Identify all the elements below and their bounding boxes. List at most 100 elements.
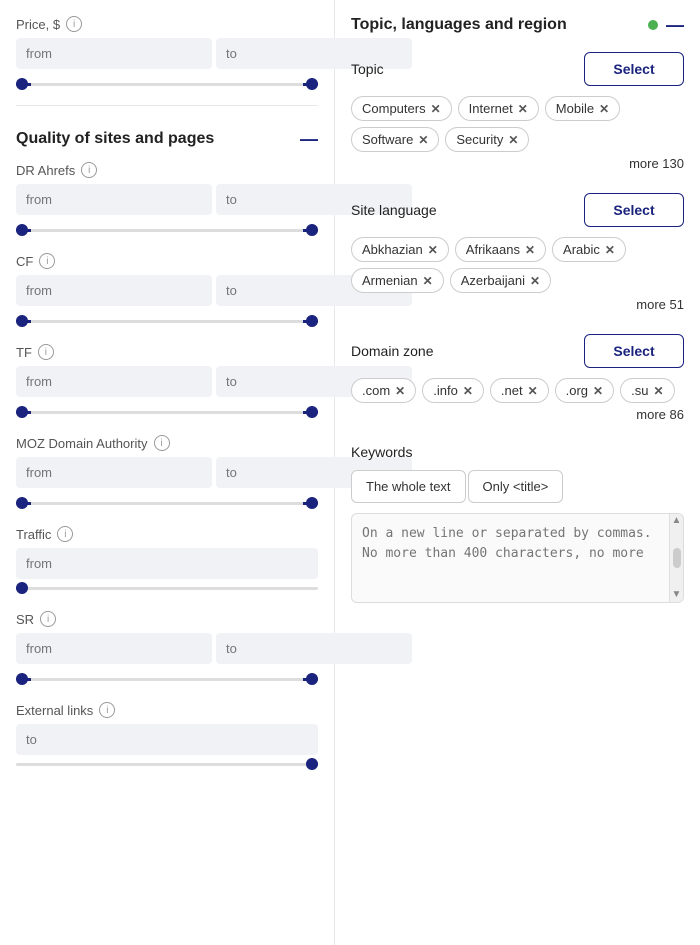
domain-zone-select-button[interactable]: Select: [584, 334, 684, 368]
site-language-select-button[interactable]: Select: [584, 193, 684, 227]
cf-section: CF i: [16, 253, 318, 330]
topic-filter-row: Topic Select: [351, 52, 684, 86]
keywords-tab-whole-text[interactable]: The whole text: [351, 470, 466, 503]
domain-zone-more-link[interactable]: more 86: [351, 407, 684, 422]
site-language-tag-armenian-close[interactable]: ✕: [423, 275, 433, 287]
moz-slider-track: [16, 502, 318, 505]
tf-from-input[interactable]: [16, 366, 212, 397]
traffic-section: Traffic i: [16, 526, 318, 597]
price-slider[interactable]: [16, 75, 318, 93]
domain-zone-section: Domain zone Select .com ✕ .info ✕ .net ✕…: [351, 334, 684, 422]
price-label: Price, $ i: [16, 16, 318, 32]
dr-ahrefs-slider-track: [16, 229, 318, 232]
sr-section: SR i: [16, 611, 318, 688]
topic-tag-internet-label: Internet: [469, 101, 513, 116]
domain-zone-tag-su-close[interactable]: ✕: [653, 385, 663, 397]
traffic-slider-track: [16, 587, 318, 590]
external-links-label-text: External links: [16, 703, 93, 718]
keywords-scrollbar[interactable]: ▲ ▼: [669, 514, 683, 602]
tf-section: TF i: [16, 344, 318, 421]
topic-select-button[interactable]: Select: [584, 52, 684, 86]
right-panel-title: Topic, languages and region: [351, 16, 567, 34]
tf-label-text: TF: [16, 345, 32, 360]
traffic-from-input[interactable]: [16, 548, 318, 579]
domain-zone-tag-net-close[interactable]: ✕: [528, 385, 538, 397]
price-info-icon[interactable]: i: [66, 16, 82, 32]
topic-tag-security-label: Security: [456, 132, 503, 147]
moz-info-icon[interactable]: i: [154, 435, 170, 451]
sr-slider-thumb-left[interactable]: [16, 673, 28, 685]
sr-slider[interactable]: [16, 670, 318, 688]
cf-slider-thumb-left[interactable]: [16, 315, 28, 327]
cf-range-inputs: [16, 275, 318, 306]
domain-zone-tag-com-close[interactable]: ✕: [395, 385, 405, 397]
moz-slider[interactable]: [16, 494, 318, 512]
site-language-tag-abkhazian-label: Abkhazian: [362, 242, 423, 257]
sr-slider-thumb-right[interactable]: [306, 673, 318, 685]
external-links-slider-thumb-right[interactable]: [306, 758, 318, 770]
sr-from-input[interactable]: [16, 633, 212, 664]
site-language-tag-arabic-close[interactable]: ✕: [605, 244, 615, 256]
domain-zone-tag-com: .com ✕: [351, 378, 416, 403]
topic-tag-internet-close[interactable]: ✕: [518, 103, 528, 115]
dr-ahrefs-info-icon[interactable]: i: [81, 162, 97, 178]
scrollbar-down-arrow[interactable]: ▼: [672, 590, 682, 600]
domain-zone-filter-row: Domain zone Select: [351, 334, 684, 368]
dr-ahrefs-slider-thumb-left[interactable]: [16, 224, 28, 236]
moz-slider-thumb-left[interactable]: [16, 497, 28, 509]
price-slider-thumb-left[interactable]: [16, 78, 28, 90]
site-language-more-link[interactable]: more 51: [351, 297, 684, 312]
moz-from-input[interactable]: [16, 457, 212, 488]
topic-tag-security-close[interactable]: ✕: [508, 134, 518, 146]
topic-tag-mobile-close[interactable]: ✕: [599, 103, 609, 115]
domain-zone-tag-info-close[interactable]: ✕: [463, 385, 473, 397]
domain-zone-tag-net-label: .net: [501, 383, 523, 398]
price-slider-thumb-right[interactable]: [306, 78, 318, 90]
sr-info-icon[interactable]: i: [40, 611, 56, 627]
scrollbar-thumb[interactable]: [673, 548, 681, 568]
site-language-tag-abkhazian-close[interactable]: ✕: [428, 244, 438, 256]
tf-slider[interactable]: [16, 403, 318, 421]
site-language-tag-azerbaijani-close[interactable]: ✕: [530, 275, 540, 287]
right-panel-collapse-btn[interactable]: —: [666, 16, 684, 34]
traffic-info-icon[interactable]: i: [57, 526, 73, 542]
keywords-textarea[interactable]: [352, 514, 669, 602]
traffic-slider-thumb-left[interactable]: [16, 582, 28, 594]
external-links-label: External links i: [16, 702, 318, 718]
sr-label: SR i: [16, 611, 318, 627]
domain-zone-tag-org: .org ✕: [555, 378, 614, 403]
dr-ahrefs-slider[interactable]: [16, 221, 318, 239]
external-links-info-icon[interactable]: i: [99, 702, 115, 718]
cf-from-input[interactable]: [16, 275, 212, 306]
domain-zone-tag-info-label: .info: [433, 383, 458, 398]
dr-ahrefs-slider-thumb-right[interactable]: [306, 224, 318, 236]
topic-tag-software-close[interactable]: ✕: [418, 134, 428, 146]
traffic-slider[interactable]: [16, 579, 318, 597]
tf-info-icon[interactable]: i: [38, 344, 54, 360]
dr-ahrefs-label: DR Ahrefs i: [16, 162, 318, 178]
external-links-slider[interactable]: [16, 755, 318, 773]
external-links-to-input[interactable]: [16, 724, 318, 755]
keywords-tab-title-only[interactable]: Only <title>: [468, 470, 564, 503]
cf-info-icon[interactable]: i: [39, 253, 55, 269]
site-language-tag-afrikaans-close[interactable]: ✕: [525, 244, 535, 256]
tf-slider-thumb-right[interactable]: [306, 406, 318, 418]
domain-zone-label: Domain zone: [351, 343, 434, 359]
domain-zone-tag-org-close[interactable]: ✕: [593, 385, 603, 397]
topic-tag-software: Software ✕: [351, 127, 439, 152]
tf-slider-thumb-left[interactable]: [16, 406, 28, 418]
quality-collapse-btn[interactable]: —: [300, 130, 318, 148]
topic-tag-computers: Computers ✕: [351, 96, 452, 121]
topic-more-link[interactable]: more 130: [351, 156, 684, 171]
topic-tag-computers-close[interactable]: ✕: [431, 103, 441, 115]
domain-zone-tags-container: .com ✕ .info ✕ .net ✕ .org ✕ .su ✕: [351, 378, 684, 403]
cf-slider-thumb-right[interactable]: [306, 315, 318, 327]
scrollbar-up-arrow[interactable]: ▲: [672, 516, 682, 526]
quality-heading-text: Quality of sites and pages: [16, 130, 214, 148]
dr-ahrefs-from-input[interactable]: [16, 184, 212, 215]
moz-slider-thumb-right[interactable]: [306, 497, 318, 509]
price-from-input[interactable]: [16, 38, 212, 69]
cf-label-text: CF: [16, 254, 33, 269]
domain-zone-tag-com-label: .com: [362, 383, 390, 398]
cf-slider[interactable]: [16, 312, 318, 330]
